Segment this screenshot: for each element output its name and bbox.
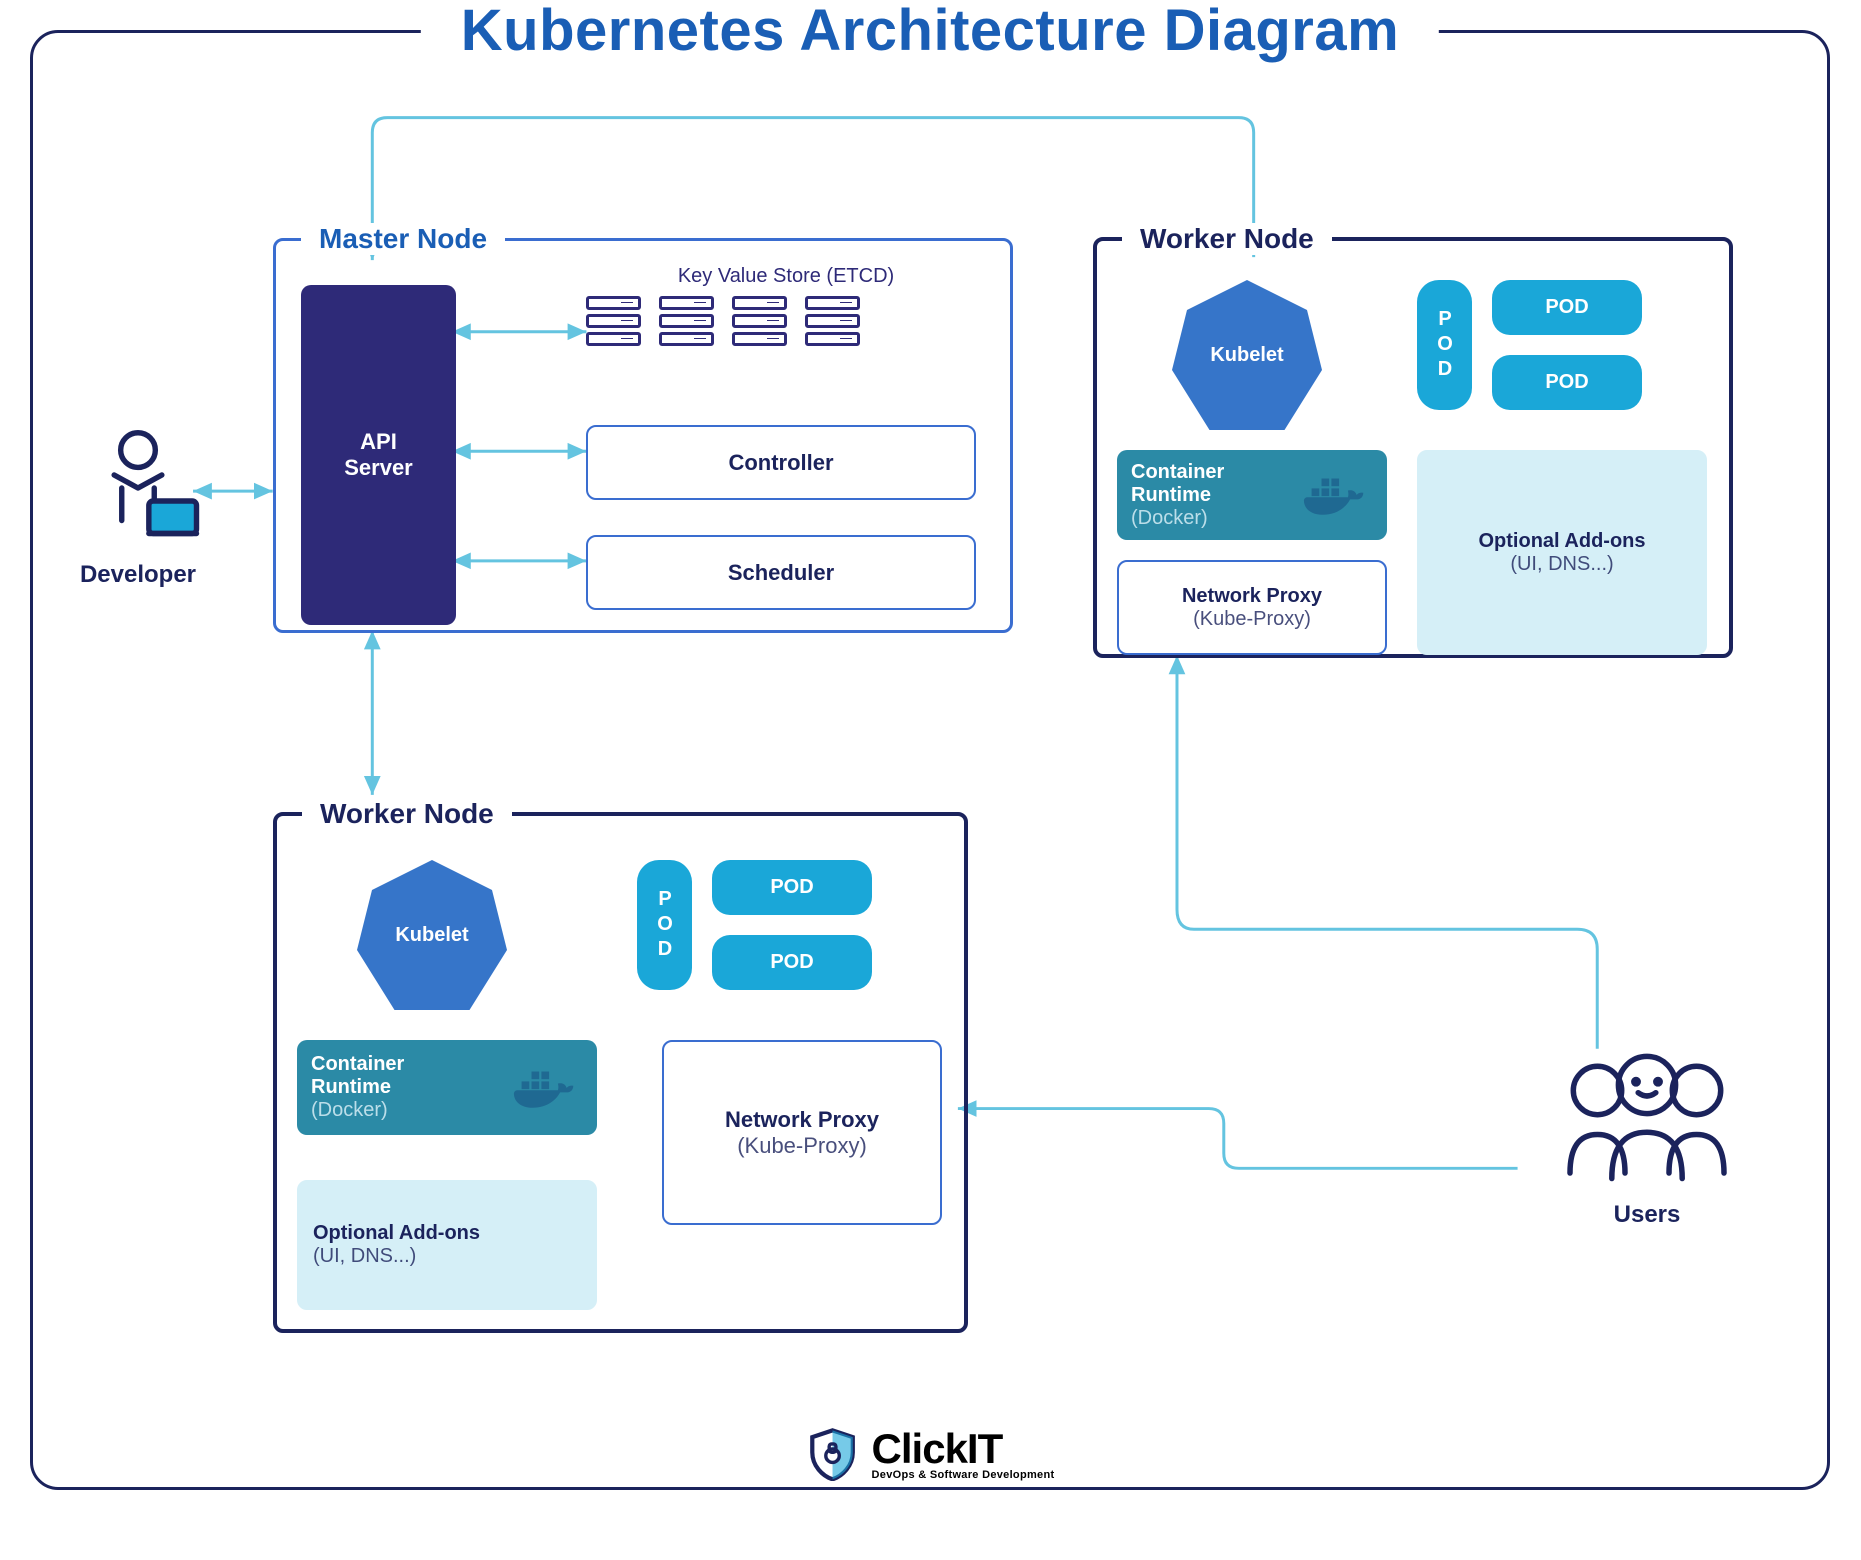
etcd-servers xyxy=(586,296,986,350)
docker-whale-icon xyxy=(1299,473,1377,517)
etcd-group: Key Value Store (ETCD) xyxy=(586,265,986,350)
pod-box: POD xyxy=(712,935,872,990)
worker-node-bottom: Worker Node Kubelet POD POD POD Containe… xyxy=(273,798,968,1333)
etcd-server-icon xyxy=(659,296,714,350)
network-proxy-box: Network Proxy (Kube-Proxy) xyxy=(662,1040,942,1225)
developer-label: Developer xyxy=(58,561,218,589)
brand-tagline: DevOps & Software Development xyxy=(872,1470,1055,1481)
container-runtime-box: Container Runtime (Docker) xyxy=(1117,450,1387,540)
api-server-box: API Server xyxy=(301,285,456,625)
network-proxy-title: Network Proxy xyxy=(725,1107,879,1133)
container-runtime-title: Container Runtime xyxy=(311,1053,404,1099)
network-proxy-box: Network Proxy (Kube-Proxy) xyxy=(1117,560,1387,655)
pod-box: POD xyxy=(712,860,872,915)
etcd-server-icon xyxy=(586,296,641,350)
developer-actor: Developer xyxy=(58,423,218,589)
kubelet-heptagon: Kubelet xyxy=(1172,280,1322,430)
network-proxy-sub: (Kube-Proxy) xyxy=(737,1133,867,1159)
users-actor: Users xyxy=(1527,1043,1767,1229)
master-node-title: Master Node xyxy=(301,223,505,255)
etcd-server-icon xyxy=(805,296,860,350)
pod-vertical: POD xyxy=(637,860,692,990)
diagram-frame: Kubernetes Architecture Diagram xyxy=(30,30,1830,1490)
worker-node-title: Worker Node xyxy=(1122,223,1332,255)
brand-logo: ClickIT DevOps & Software Development xyxy=(806,1427,1055,1481)
container-runtime-sub: (Docker) xyxy=(1131,507,1208,530)
pod-vertical: POD xyxy=(1417,280,1472,410)
scheduler-box: Scheduler xyxy=(586,535,976,610)
addons-title: Optional Add-ons xyxy=(313,1222,480,1245)
network-proxy-sub: (Kube-Proxy) xyxy=(1193,608,1311,631)
optional-addons-box: Optional Add-ons (UI, DNS...) xyxy=(1417,450,1707,655)
developer-icon xyxy=(73,423,203,553)
brand-name: ClickIT xyxy=(872,1428,1055,1470)
controller-box: Controller xyxy=(586,425,976,500)
container-runtime-title: Container Runtime xyxy=(1131,461,1224,507)
network-proxy-title: Network Proxy xyxy=(1182,585,1322,608)
users-label: Users xyxy=(1527,1201,1767,1229)
container-runtime-box: Container Runtime (Docker) xyxy=(297,1040,597,1135)
page-title: Kubernetes Architecture Diagram xyxy=(421,0,1439,64)
master-node: Master Node API Server Key Value Store (… xyxy=(273,223,1013,633)
addons-title: Optional Add-ons xyxy=(1478,530,1645,553)
pod-box: POD xyxy=(1492,280,1642,335)
addons-sub: (UI, DNS...) xyxy=(313,1245,416,1268)
brand-shield-icon xyxy=(806,1427,860,1481)
addons-sub: (UI, DNS...) xyxy=(1510,553,1613,576)
container-runtime-sub: (Docker) xyxy=(311,1099,388,1122)
worker-node-title: Worker Node xyxy=(302,798,512,830)
kubelet-heptagon: Kubelet xyxy=(357,860,507,1010)
kubelet-label: Kubelet xyxy=(395,924,468,947)
users-icon xyxy=(1537,1043,1757,1193)
kubelet-label: Kubelet xyxy=(1210,344,1283,367)
worker-node-right: Worker Node Kubelet Container Runtime (D… xyxy=(1093,223,1733,658)
docker-whale-icon xyxy=(509,1066,587,1110)
etcd-label: Key Value Store (ETCD) xyxy=(586,265,986,288)
etcd-server-icon xyxy=(732,296,787,350)
pod-box: POD xyxy=(1492,355,1642,410)
optional-addons-box: Optional Add-ons (UI, DNS...) xyxy=(297,1180,597,1310)
